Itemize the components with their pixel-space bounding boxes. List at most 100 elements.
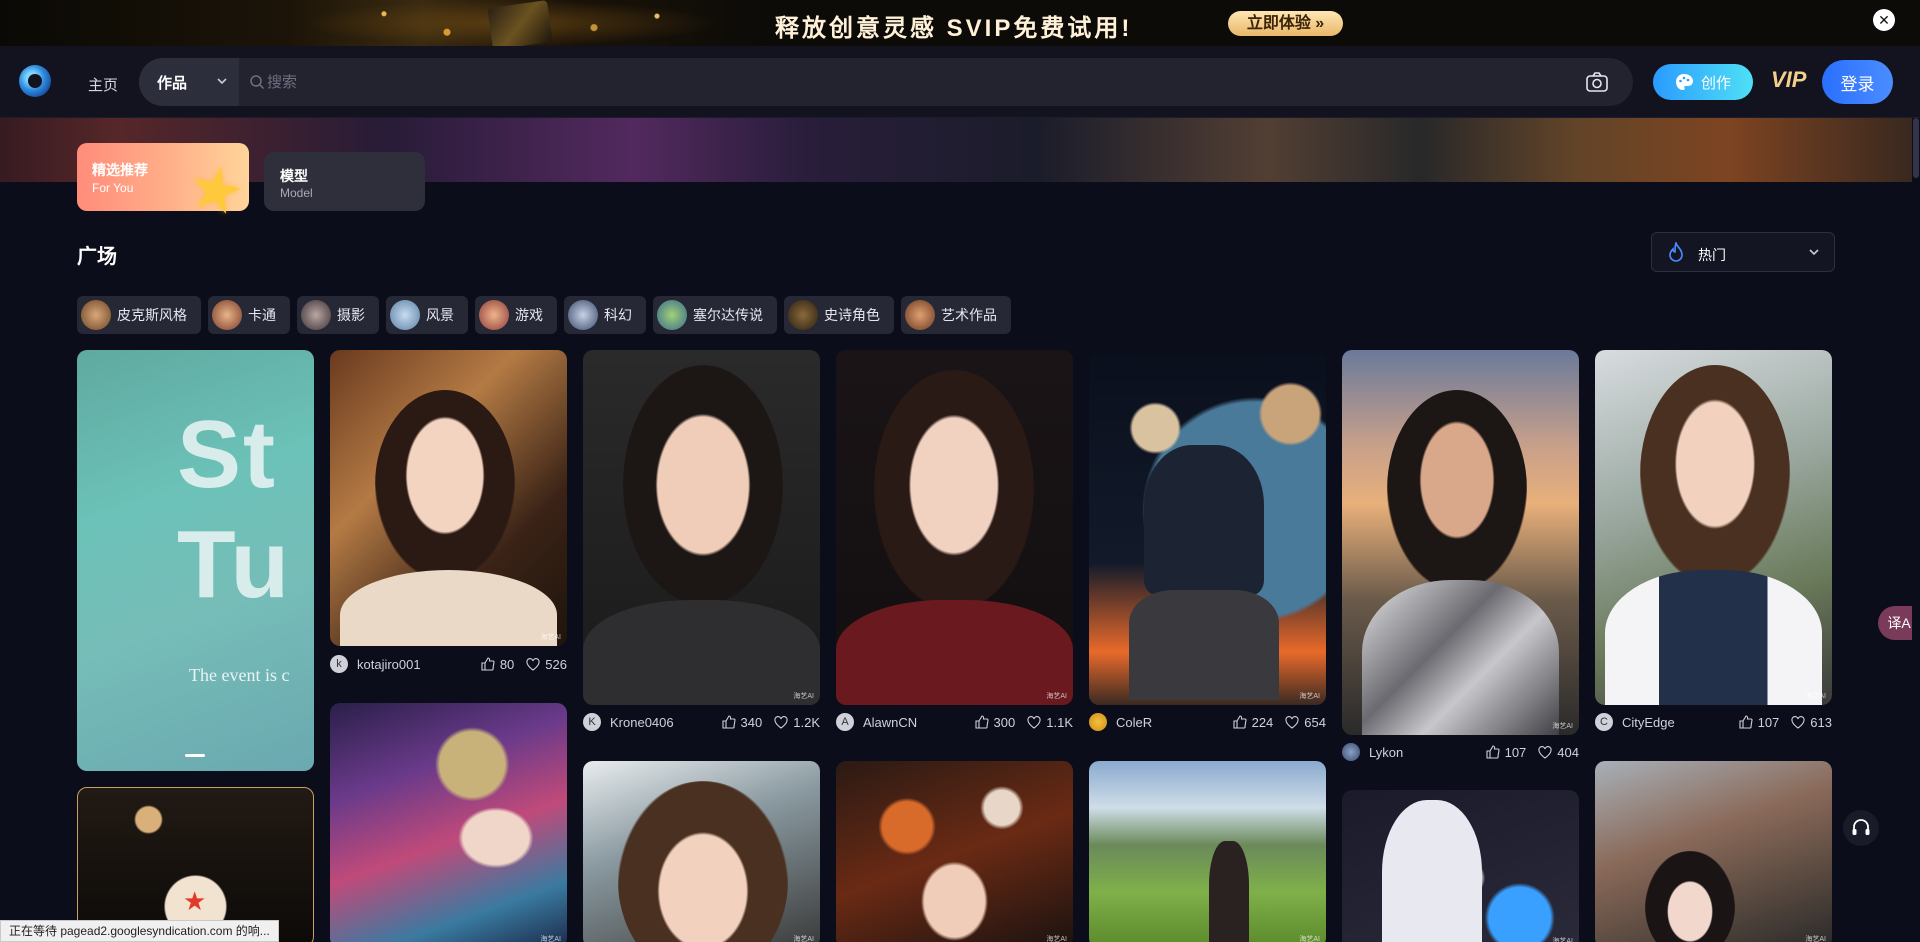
close-icon[interactable]: ✕ bbox=[1873, 9, 1895, 31]
favorite-stat[interactable]: 404 bbox=[1538, 745, 1579, 760]
username[interactable]: CityEdge bbox=[1622, 715, 1727, 730]
favorite-count: 404 bbox=[1557, 744, 1579, 760]
username[interactable]: Krone0406 bbox=[610, 715, 710, 730]
username[interactable]: Lykon bbox=[1369, 745, 1474, 760]
image-card[interactable]: 海艺AI bbox=[583, 761, 820, 942]
top-header: 主页 作品 创作 VIP 登录 bbox=[0, 46, 1920, 118]
banner-line-2: Tu bbox=[177, 511, 292, 618]
chip-zelda[interactable]: 塞尔达传说 bbox=[653, 296, 777, 334]
favorite-count: 526 bbox=[545, 656, 567, 672]
chip-photography[interactable]: 摄影 bbox=[297, 296, 379, 334]
username[interactable]: AlawnCN bbox=[863, 715, 963, 730]
chip-game[interactable]: 游戏 bbox=[475, 296, 557, 334]
portrait bbox=[375, 390, 515, 580]
chip-label: 卡通 bbox=[248, 307, 276, 323]
image-card[interactable]: 海艺AI bbox=[1342, 350, 1579, 735]
image-card[interactable]: ★ bbox=[77, 787, 314, 942]
portrait bbox=[623, 365, 783, 605]
chip-epic-character[interactable]: 史诗角色 bbox=[784, 296, 894, 334]
image-card[interactable]: 海艺AI bbox=[1595, 761, 1832, 942]
chip-cartoon[interactable]: 卡通 bbox=[208, 296, 290, 334]
card-meta: ColeR 224 654 bbox=[1089, 710, 1326, 734]
page: 释放创意灵感 SVIP免费试用! 立即体验 » ✕ 主页 作品 创作 VIP 登… bbox=[0, 0, 1920, 942]
heart-icon bbox=[774, 715, 788, 729]
palette-icon bbox=[1675, 74, 1693, 90]
image-card[interactable]: 海艺AI bbox=[836, 761, 1073, 942]
section-title: 广场 bbox=[77, 246, 117, 268]
heart-icon bbox=[526, 657, 540, 671]
tab-model[interactable]: 模型 Model bbox=[264, 152, 425, 211]
image-card[interactable]: 海艺AI bbox=[583, 350, 820, 705]
like-stat[interactable]: 107 bbox=[1739, 715, 1779, 730]
like-stat[interactable]: 80 bbox=[481, 657, 514, 672]
portrait bbox=[1645, 851, 1735, 942]
like-stat[interactable]: 107 bbox=[1486, 744, 1527, 760]
heart-icon bbox=[1791, 715, 1805, 729]
chip-artwork[interactable]: 艺术作品 bbox=[901, 296, 1011, 334]
nav-home-link[interactable]: 主页 bbox=[88, 74, 118, 95]
vip-badge[interactable]: VIP bbox=[1771, 67, 1806, 93]
avatar[interactable] bbox=[1342, 743, 1360, 761]
like-count: 107 bbox=[1504, 744, 1527, 760]
image-card[interactable]: 海艺AI bbox=[836, 350, 1073, 705]
avatar[interactable]: K bbox=[583, 713, 601, 731]
chip-pixar[interactable]: 皮克斯风格 bbox=[77, 296, 201, 334]
card-meta: k kotajiro001 80 526 bbox=[330, 652, 567, 676]
avatar[interactable]: k bbox=[330, 655, 348, 673]
scrollbar-thumb[interactable] bbox=[1913, 118, 1919, 178]
try-now-button[interactable]: 立即体验 » bbox=[1228, 11, 1343, 36]
event-banner-card[interactable]: St Tu The event is c bbox=[77, 350, 314, 771]
avatar[interactable]: A bbox=[836, 713, 854, 731]
favorite-stat[interactable]: 613 bbox=[1791, 715, 1832, 730]
favorite-stat[interactable]: 526 bbox=[526, 657, 567, 672]
heart-icon bbox=[1027, 715, 1041, 729]
favorite-stat[interactable]: 654 bbox=[1285, 715, 1326, 730]
image-card[interactable]: 海艺AI bbox=[1089, 761, 1326, 942]
watermark: 海艺AI bbox=[1299, 693, 1320, 700]
scrollbar[interactable] bbox=[1912, 118, 1920, 942]
logo[interactable] bbox=[19, 65, 51, 97]
image-card[interactable]: 海艺AI bbox=[1089, 350, 1326, 705]
thumbs-up-icon bbox=[721, 715, 736, 729]
rock bbox=[1129, 590, 1279, 700]
username[interactable]: kotajiro001 bbox=[357, 657, 469, 672]
login-button[interactable]: 登录 bbox=[1822, 60, 1893, 104]
search-type-select[interactable]: 作品 bbox=[139, 58, 239, 106]
chip-thumbnail bbox=[81, 300, 111, 330]
chip-label: 摄影 bbox=[337, 307, 365, 323]
camera-icon[interactable] bbox=[1585, 70, 1609, 94]
like-count: 300 bbox=[993, 714, 1016, 730]
card-meta: K Krone0406 340 1.2K bbox=[583, 710, 820, 734]
watermark: 海艺AI bbox=[1046, 693, 1067, 700]
like-stat[interactable]: 300 bbox=[974, 714, 1016, 730]
image-card[interactable]: 海艺AI bbox=[330, 703, 567, 942]
watermark: 海艺AI bbox=[1046, 936, 1067, 942]
flame-icon bbox=[1669, 242, 1683, 262]
avatar[interactable]: C bbox=[1595, 713, 1613, 731]
favorite-stat[interactable]: 1.1K bbox=[1027, 715, 1073, 730]
watermark: 海艺AI bbox=[540, 634, 561, 641]
avatar[interactable] bbox=[1089, 713, 1107, 731]
like-stat[interactable]: 340 bbox=[721, 715, 762, 730]
chip-thumbnail bbox=[479, 300, 509, 330]
chip-landscape[interactable]: 风景 bbox=[386, 296, 468, 334]
banner-subtitle: The event is c bbox=[189, 665, 290, 685]
watermark: 海艺AI bbox=[1552, 723, 1573, 730]
headset-icon bbox=[1852, 819, 1870, 835]
image-card[interactable]: 海艺AI bbox=[1342, 790, 1579, 942]
like-stat[interactable]: 224 bbox=[1233, 715, 1273, 730]
promo-banner[interactable]: 释放创意灵感 SVIP免费试用! 立即体验 » ✕ bbox=[0, 0, 1920, 46]
username[interactable]: ColeR bbox=[1116, 715, 1221, 730]
chip-scifi[interactable]: 科幻 bbox=[564, 296, 646, 334]
chip-label: 艺术作品 bbox=[941, 307, 997, 323]
sort-select[interactable]: 热门 bbox=[1651, 232, 1835, 272]
tab-featured-title: 精选推荐 bbox=[92, 162, 148, 178]
create-button[interactable]: 创作 bbox=[1653, 64, 1753, 100]
image-card[interactable]: 海艺AI bbox=[1595, 350, 1832, 705]
favorite-stat[interactable]: 1.2K bbox=[774, 715, 820, 730]
image-card[interactable]: 海艺AI bbox=[330, 350, 567, 646]
search-input[interactable] bbox=[267, 70, 1467, 94]
chip-label: 游戏 bbox=[515, 307, 543, 323]
support-button[interactable] bbox=[1843, 810, 1879, 846]
carousel-indicator[interactable] bbox=[185, 754, 205, 757]
